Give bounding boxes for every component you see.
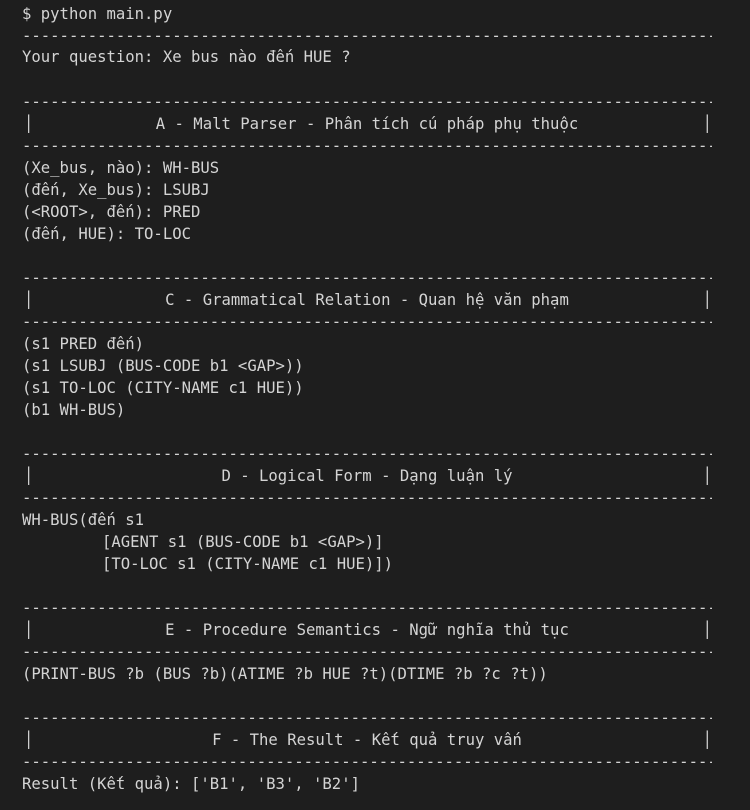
section-c-header: │ C - Grammatical Relation - Quan hệ văn… — [24, 291, 712, 309]
separator — [22, 487, 712, 509]
section-d-header: │ D - Logical Form - Dạng luận lý │ — [24, 467, 712, 485]
separator — [22, 25, 712, 47]
command-line: $ python main.py — [22, 5, 173, 23]
section-c-title: C - Grammatical Relation - Quan hệ văn p… — [165, 291, 569, 309]
section-a-line: (Xe_bus, nào): WH-BUS — [22, 159, 220, 177]
section-a-header: │ A - Malt Parser - Phân tích cú pháp ph… — [24, 115, 712, 133]
separator — [22, 311, 712, 333]
question-line: Your question: Xe bus nào đến HUE ? — [22, 48, 351, 66]
section-a-line: (<ROOT>, đến): PRED — [22, 203, 201, 221]
separator — [22, 135, 712, 157]
section-e-title: E - Procedure Semantics - Ngữ nghĩa thủ … — [165, 621, 569, 639]
section-f-title: F - The Result - Kết quả truy vấn — [212, 731, 522, 749]
section-d-line: [TO-LOC s1 (CITY-NAME c1 HUE)]) — [102, 555, 394, 573]
separator — [22, 707, 712, 729]
section-a-title: A - Malt Parser - Phân tích cú pháp phụ … — [155, 115, 579, 133]
section-c-line: (s1 LSUBJ (BUS-CODE b1 <GAP>)) — [22, 357, 304, 375]
section-c-line: (s1 TO-LOC (CITY-NAME c1 HUE)) — [22, 379, 304, 397]
section-e-line: (PRINT-BUS ?b (BUS ?b)(ATIME ?b HUE ?t)(… — [22, 665, 548, 683]
section-d-title: D - Logical Form - Dạng luận lý — [221, 467, 513, 485]
terminal-window: $ python main.py Your question: Xe bus n… — [0, 0, 750, 810]
section-e-header: │ E - Procedure Semantics - Ngữ nghĩa th… — [24, 621, 712, 639]
section-f-header: │ F - The Result - Kết quả truy vấn │ — [24, 731, 712, 749]
separator — [22, 597, 712, 619]
section-a-line: (đến, Xe_bus): LSUBJ — [22, 181, 210, 199]
separator — [22, 751, 712, 773]
section-c-line: (b1 WH-BUS) — [22, 401, 126, 419]
separator — [22, 443, 712, 465]
section-d-line: WH-BUS(đến s1 — [22, 511, 145, 529]
section-a-line: (đến, HUE): TO-LOC — [22, 225, 191, 243]
result-line: Result (Kết quả): ['B1', 'B3', 'B2'] — [22, 775, 360, 793]
section-d-line: [AGENT s1 (BUS-CODE b1 <GAP>)] — [102, 533, 384, 551]
section-c-line: (s1 PRED đến) — [22, 335, 145, 353]
separator — [22, 91, 712, 113]
separator — [22, 267, 712, 289]
separator — [22, 641, 712, 663]
